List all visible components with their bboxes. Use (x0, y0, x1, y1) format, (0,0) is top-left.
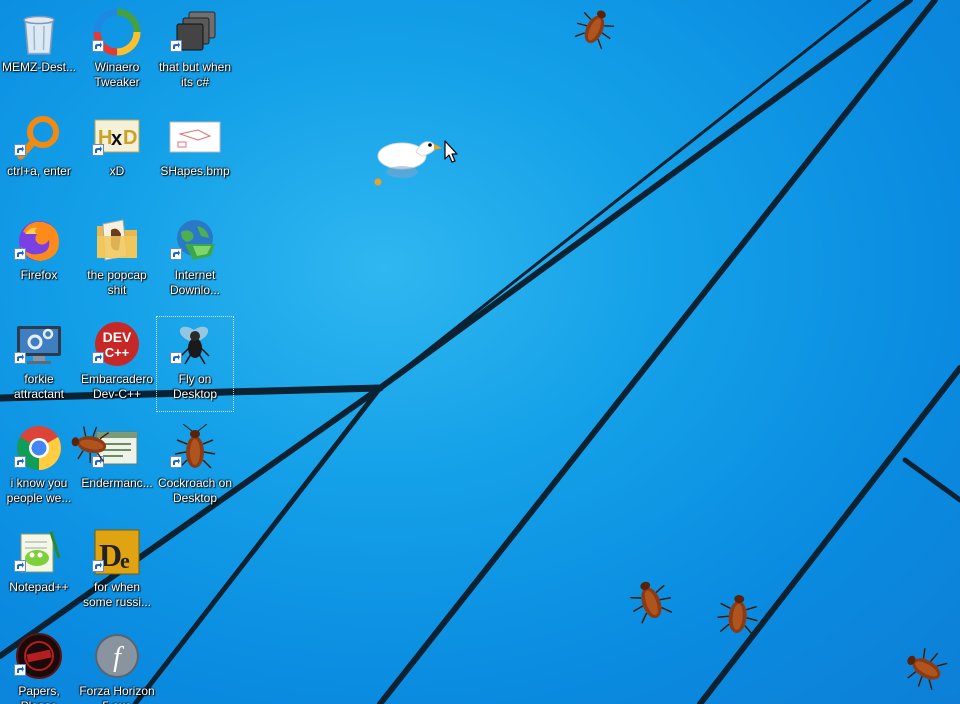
folder-icon (93, 216, 141, 264)
desktop-icon-dev-cpp[interactable]: DEV C++ Embarcadero Dev-C++ (78, 316, 156, 412)
icon-label: for when some russi... (82, 580, 151, 609)
icon-label: xD (109, 164, 125, 178)
icon-label: that but when its c# (158, 60, 232, 89)
shortcut-arrow-icon (14, 560, 26, 572)
shortcut-arrow-icon (92, 352, 104, 364)
cockroach-icon (71, 426, 109, 464)
icon-label: Fly on Desktop (172, 372, 218, 401)
svg-text:DEV: DEV (103, 329, 132, 345)
icon-label: Embarcadero Dev-C++ (80, 372, 154, 401)
desktop-icon-fly-on-desktop[interactable]: Fly on Desktop (156, 316, 234, 412)
desktop-goose[interactable] (372, 130, 452, 195)
flash-icon: f (93, 632, 141, 680)
icon-label: Cockroach on Desktop (157, 476, 233, 505)
icon-label: i know you people we... (6, 476, 72, 505)
desktop-icon-that-but-when-its-csharp[interactable]: that but when its c# (156, 4, 234, 100)
shortcut-arrow-icon (92, 560, 104, 572)
shortcut-arrow-icon (14, 144, 26, 156)
icon-label: Firefox (20, 268, 58, 282)
svg-text:D: D (123, 127, 137, 149)
desktop[interactable]: MEMZ-Dest... ctrl+a, enter Firefox forki… (0, 0, 960, 704)
shortcut-arrow-icon (14, 248, 26, 260)
shortcut-arrow-icon (170, 352, 182, 364)
cockroach-overlay[interactable] (712, 582, 765, 644)
desktop-icon-ctrl-a-enter[interactable]: ctrl+a, enter (0, 108, 78, 204)
shortcut-arrow-icon (170, 40, 182, 52)
icon-label: Winaero Tweaker (94, 60, 140, 89)
desktop-icon-forza-horizon[interactable]: f Forza Horizon 5.exe (78, 628, 156, 704)
desktop-icon-notepad-plus-plus[interactable]: Notepad++ (0, 524, 78, 620)
svg-text:C++: C++ (105, 345, 130, 360)
goose-icon (374, 141, 442, 186)
shortcut-arrow-icon (92, 144, 104, 156)
desktop-icon-cockroach-on-desktop[interactable]: Cockroach on Desktop (156, 420, 234, 516)
desktop-icon-firefox[interactable]: Firefox (0, 212, 78, 308)
recycle-bin-icon (15, 8, 63, 56)
desktop-icon-winaero-tweaker[interactable]: Winaero Tweaker (78, 4, 156, 100)
desktop-icon-papers-please[interactable]: Papers, Please (0, 628, 78, 704)
icon-label: SHapes.bmp (160, 164, 230, 178)
bitmap-file-icon (168, 112, 222, 160)
desktop-icon-shapes-bmp[interactable]: SHapes.bmp (156, 108, 234, 204)
icon-label: Notepad++ (9, 580, 69, 594)
desktop-icon-xd[interactable]: H x D xD (78, 108, 156, 204)
icon-label: Papers, Please (18, 684, 60, 704)
icon-label: ctrl+a, enter (7, 164, 71, 178)
desktop-icon-for-when-some-russi[interactable]: D e for when some russi... (78, 524, 156, 620)
desktop-icon-internet-download-manager[interactable]: Internet Downlo... (156, 212, 234, 308)
icon-label: Forza Horizon 5.exe (79, 684, 155, 704)
cockroach-overlay[interactable] (59, 418, 118, 470)
shortcut-arrow-icon (170, 456, 182, 468)
icon-label: forkie attractant (13, 372, 65, 401)
shortcut-arrow-icon (14, 352, 26, 364)
svg-text:x: x (111, 128, 122, 150)
shortcut-arrow-icon (170, 248, 182, 260)
desktop-icon-popcap-folder[interactable]: the popcap shit (78, 212, 156, 308)
desktop-icon-forkie-attractant[interactable]: forkie attractant (0, 316, 78, 412)
svg-text:e: e (120, 548, 130, 573)
shortcut-arrow-icon (14, 664, 26, 676)
cockroach-icon (717, 595, 758, 635)
shortcut-arrow-icon (92, 40, 104, 52)
desktop-icon-memz[interactable]: MEMZ-Dest... (0, 4, 78, 100)
mouse-pointer-icon (444, 140, 460, 169)
icon-label: Internet Downlo... (169, 268, 221, 297)
icon-label: the popcap shit (87, 268, 147, 297)
icon-label: MEMZ-Dest... (2, 60, 76, 74)
shortcut-arrow-icon (14, 456, 26, 468)
icon-label: Endermanc... (81, 476, 153, 490)
